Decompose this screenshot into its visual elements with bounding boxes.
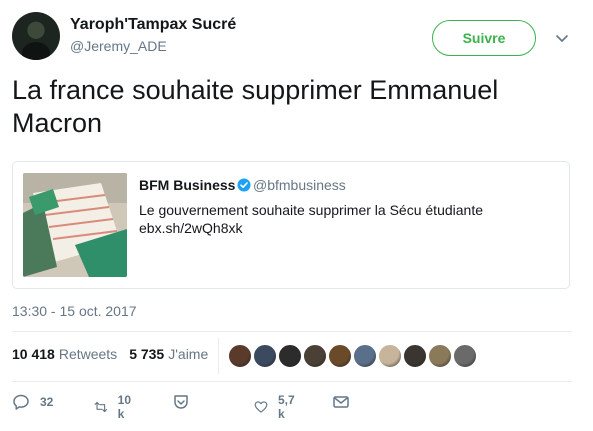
liker-avatar[interactable] — [403, 344, 427, 368]
liker-avatar[interactable] — [228, 344, 252, 368]
liker-avatar[interactable] — [378, 344, 402, 368]
stats-separator — [218, 338, 219, 374]
retweet-count: 10 k — [117, 393, 131, 421]
tweet-text: La france souhaite supprimer Emmanuel Ma… — [12, 75, 499, 138]
verified-badge-icon — [237, 178, 251, 192]
card-image[interactable] — [23, 173, 127, 277]
liker-avatar[interactable] — [253, 344, 277, 368]
save-icon — [174, 395, 188, 409]
quoted-tweet-card[interactable]: BFM Business @bfmbusiness Le gouvernemen… — [12, 161, 570, 289]
message-icon — [333, 396, 349, 408]
retweets-count[interactable]: 10 418 — [12, 346, 55, 362]
quoted-author-handle[interactable]: @bfmbusiness — [253, 177, 346, 193]
retweet-icon — [94, 401, 108, 413]
liker-avatar[interactable] — [278, 344, 302, 368]
likes-count[interactable]: 5 735 — [129, 346, 164, 362]
reply-count: 32 — [40, 395, 54, 409]
tweet-stats: 10 418 Retweets 5 735 J'aime — [12, 346, 208, 362]
liker-avatar[interactable] — [453, 344, 477, 368]
reply-icon — [13, 394, 29, 410]
likers-avatars[interactable] — [228, 344, 478, 368]
liker-avatar[interactable] — [428, 344, 452, 368]
author-avatar[interactable] — [12, 12, 60, 60]
liker-avatar[interactable] — [303, 344, 327, 368]
reply-button[interactable]: 32 — [12, 393, 53, 411]
message-button[interactable] — [332, 393, 360, 411]
author-handle[interactable]: @Jeremy_ADE — [70, 38, 167, 54]
save-button[interactable] — [172, 393, 200, 411]
retweet-button[interactable]: 10 k — [94, 393, 135, 421]
quoted-tweet-text: Le gouvernement souhaite supprimer la Sé… — [139, 202, 483, 218]
liker-avatar[interactable] — [353, 344, 377, 368]
divider-bottom — [12, 381, 572, 382]
like-button[interactable]: 5,7 k — [254, 393, 299, 421]
like-count: 5,7 k — [277, 393, 295, 421]
divider-top — [12, 331, 572, 332]
retweets-label[interactable]: Retweets — [59, 346, 117, 362]
quoted-author-name[interactable]: BFM Business — [139, 177, 235, 193]
author-name[interactable]: Yaroph'Tampax Sucré — [70, 16, 236, 34]
caret-down-icon[interactable] — [554, 30, 570, 46]
liker-avatar[interactable] — [328, 344, 352, 368]
quoted-tweet-link[interactable]: ebx.sh/2wQh8xk — [139, 220, 243, 236]
tweet-timestamp[interactable]: 13:30 - 15 oct. 2017 — [12, 303, 137, 319]
sécu-document-image — [23, 173, 127, 277]
follow-button[interactable]: Suivre — [432, 20, 536, 56]
like-icon — [254, 401, 268, 413]
likes-label[interactable]: J'aime — [168, 346, 208, 362]
